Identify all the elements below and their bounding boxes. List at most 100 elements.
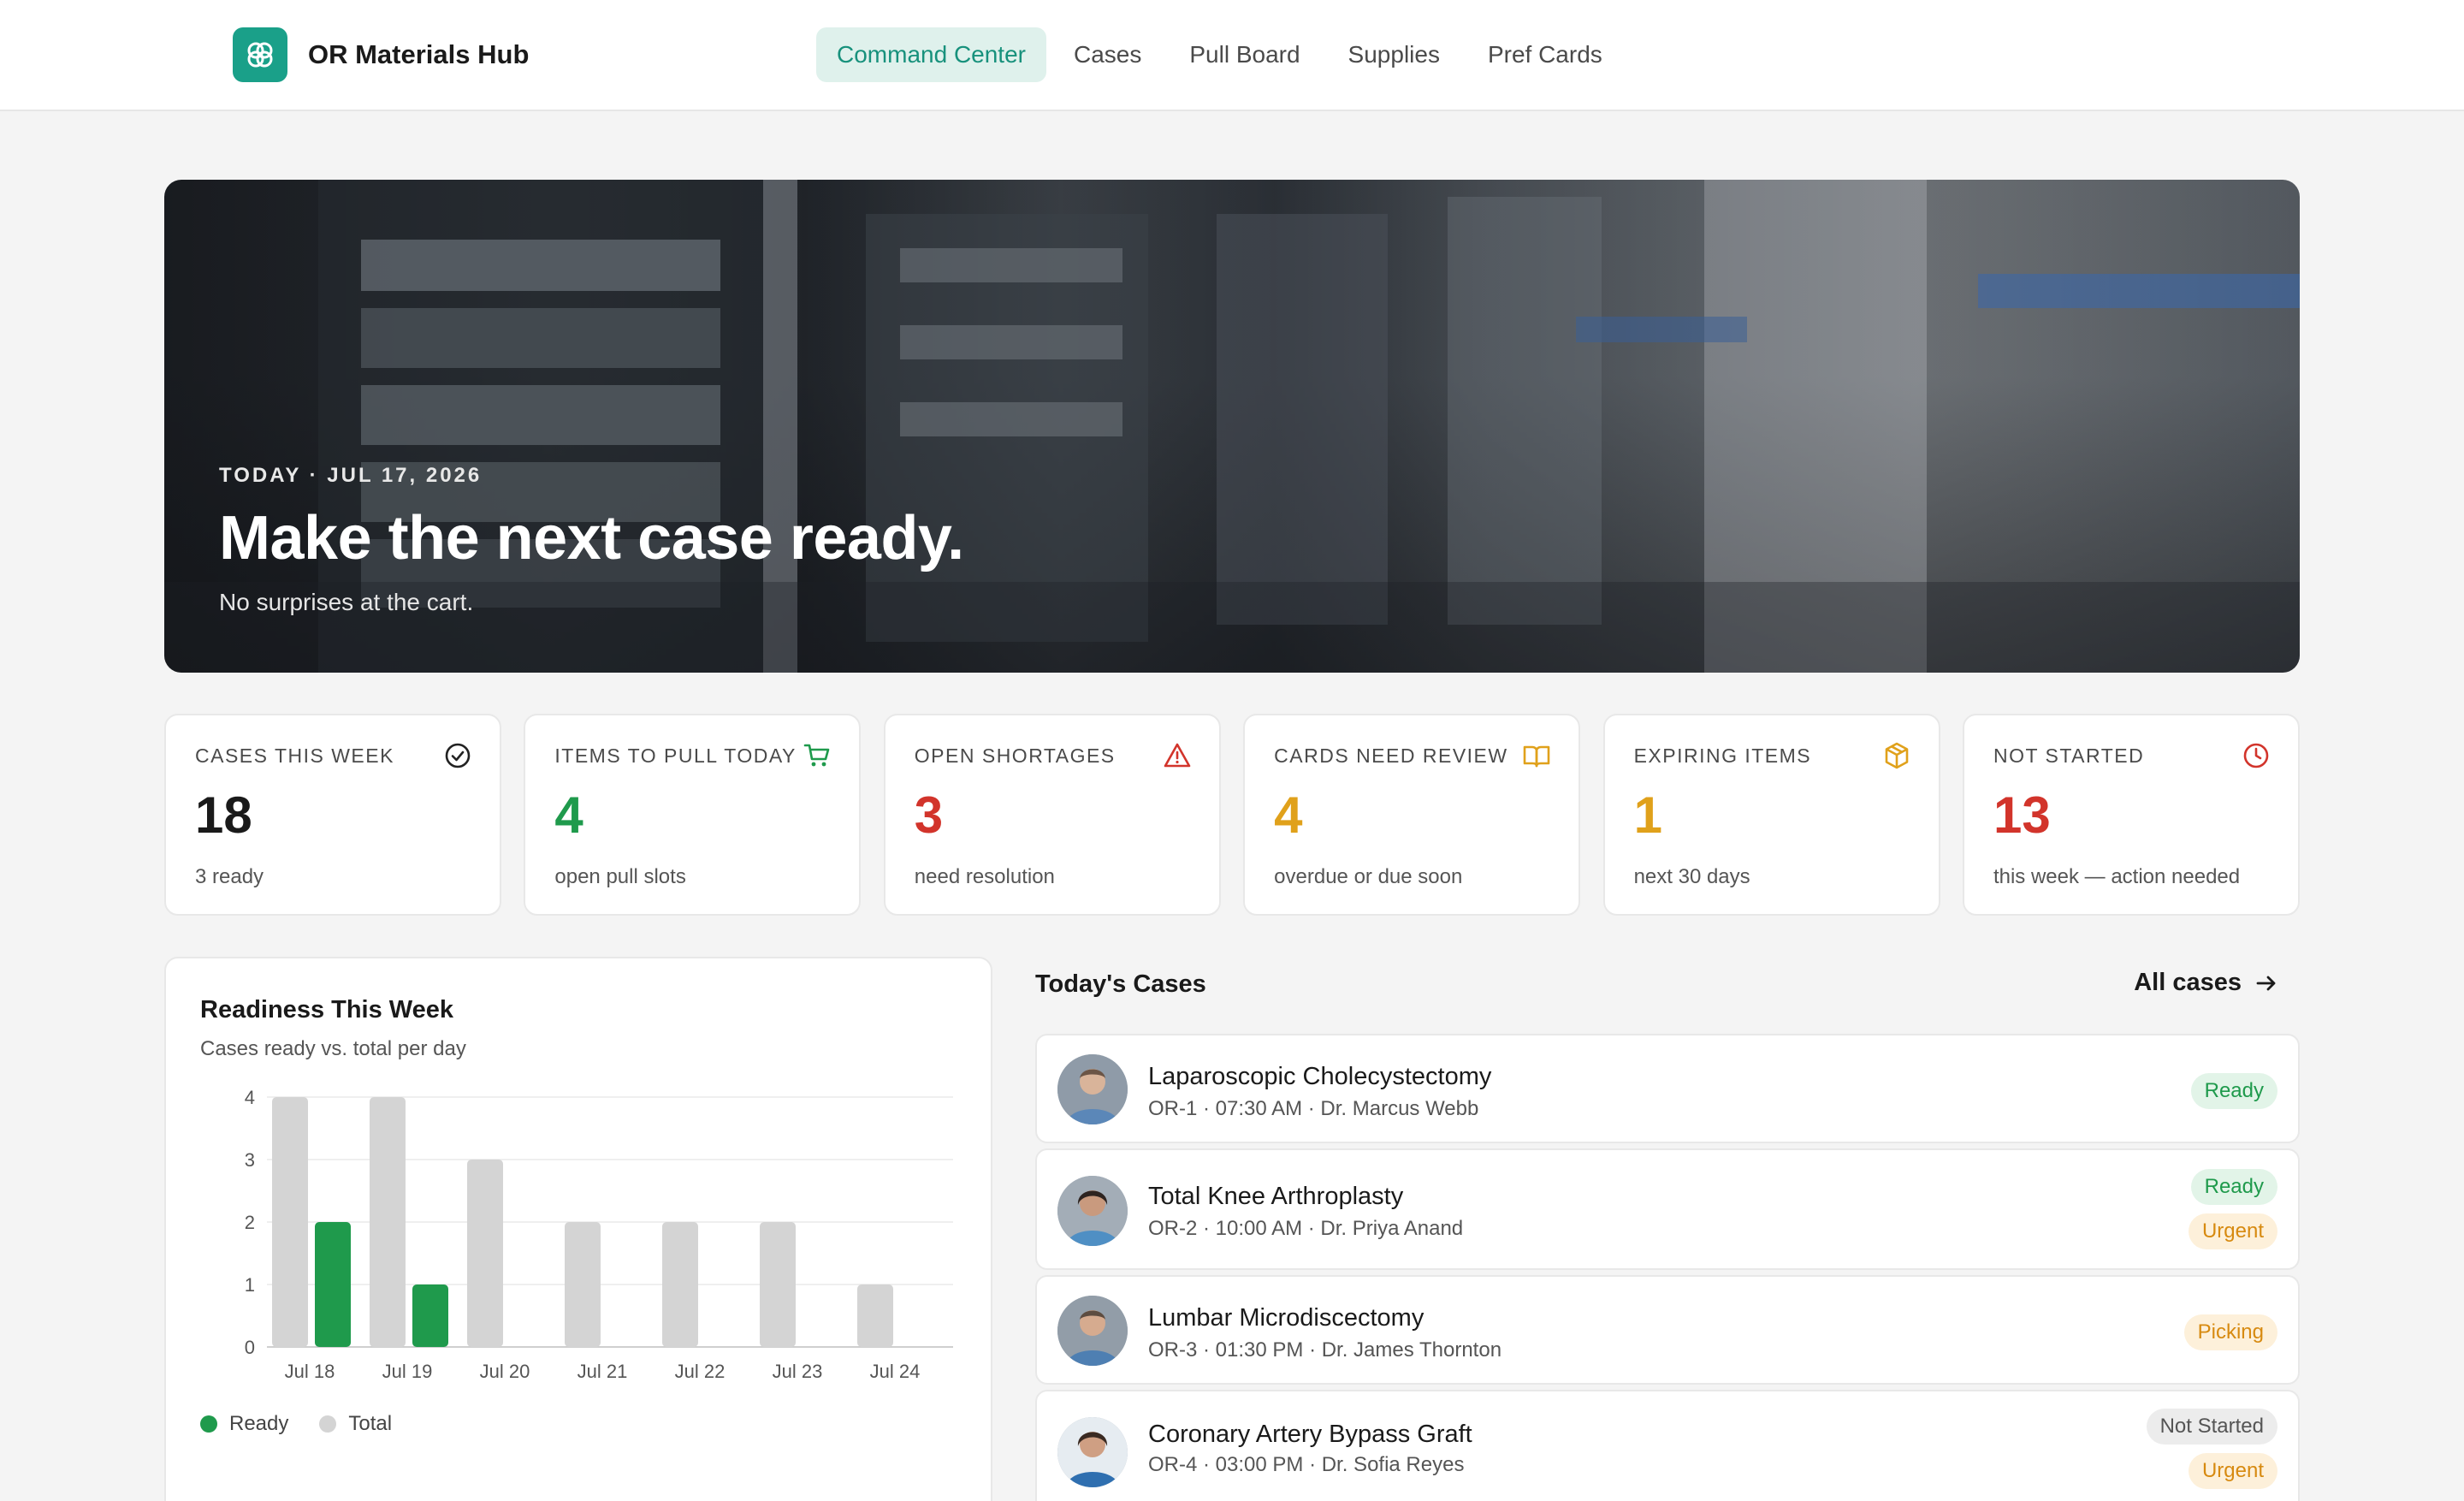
stat-value: 13: [1993, 786, 2051, 844]
all-cases-link[interactable]: All cases: [2134, 969, 2279, 997]
main-nav: Command Center Cases Pull Board Supplies…: [816, 27, 1630, 82]
stat-note: need resolution: [914, 865, 1055, 888]
bar-total: [370, 1097, 406, 1347]
stat-label: OPEN SHORTAGES: [914, 745, 1116, 767]
stat-note: next 30 days: [1633, 865, 1750, 888]
case-meta: OR-3 · 01:30 PM · Dr. James Thornton: [1148, 1338, 1502, 1362]
hero-date: TODAY · JUL 17, 2026: [219, 464, 483, 487]
legend-total-swatch: [319, 1415, 337, 1433]
case-name: Lumbar Microdiscectomy: [1148, 1304, 1424, 1332]
bar-ready: [412, 1284, 448, 1347]
brain-logo-icon: [233, 27, 287, 82]
all-cases-label: All cases: [2134, 969, 2242, 996]
arrow-right-icon: [2256, 976, 2276, 990]
stat-note: overdue or due soon: [1274, 865, 1463, 888]
stat-card-open-shortages[interactable]: OPEN SHORTAGES 3 need resolution: [883, 714, 1221, 916]
stat-value: 1: [1633, 786, 1662, 844]
x-tick-label: Jul 21: [578, 1361, 628, 1382]
legend-ready-label: Ready: [229, 1412, 289, 1435]
stat-label: NOT STARTED: [1993, 745, 2145, 767]
x-tick-label: Jul 24: [870, 1361, 921, 1382]
chart-legend: Ready Total: [200, 1412, 423, 1436]
y-tick-label: 2: [245, 1212, 255, 1233]
bar-ready: [315, 1222, 351, 1347]
y-tick-label: 0: [245, 1337, 255, 1358]
stat-value: 4: [1274, 786, 1303, 844]
case-name: Total Knee Arthroplasty: [1148, 1183, 1404, 1210]
cart-icon: [804, 744, 830, 767]
app-name: OR Materials Hub: [308, 39, 530, 69]
x-tick-label: Jul 18: [285, 1361, 335, 1382]
stat-label: CASES THIS WEEK: [195, 745, 394, 767]
readiness-chart-panel: Readiness This Week Cases ready vs. tota…: [164, 957, 992, 1501]
stat-value: 3: [914, 786, 944, 844]
stat-note: this week — action needed: [1993, 865, 2241, 888]
x-tick-label: Jul 23: [773, 1361, 823, 1382]
todays-cases-title: Today's Cases: [1035, 970, 1206, 998]
x-tick-label: Jul 22: [675, 1361, 726, 1382]
avatar: [1057, 1296, 1128, 1366]
warning-triangle-icon: [1164, 743, 1191, 768]
check-circle-icon: [445, 743, 471, 768]
x-tick-label: Jul 19: [382, 1361, 433, 1382]
y-tick-label: 4: [245, 1087, 255, 1108]
y-tick-label: 3: [245, 1149, 255, 1171]
nav-command-center[interactable]: Command Center: [816, 27, 1046, 82]
todays-cases-header: Today's Cases All cases: [1035, 965, 2300, 1003]
clock-icon: [2243, 743, 2269, 768]
hero-title: Make the next case ready.: [219, 504, 964, 573]
stat-label: CARDS NEED REVIEW: [1274, 745, 1508, 767]
case-card[interactable]: Total Knee Arthroplasty OR-2 · 10:00 AM …: [1035, 1148, 2300, 1270]
legend-total-label: Total: [348, 1412, 393, 1435]
legend-ready-swatch: [200, 1415, 217, 1433]
stat-card-items-to-pull[interactable]: ITEMS TO PULL TODAY 4 open pull slots: [524, 714, 862, 916]
case-name: Laparoscopic Cholecystectomy: [1148, 1063, 1492, 1090]
bar-total: [760, 1222, 796, 1347]
bar-total: [272, 1097, 308, 1347]
stat-cards: CASES THIS WEEK 18 3 ready ITEMS TO PULL…: [164, 714, 2300, 916]
stat-note: 3 ready: [195, 865, 264, 888]
stat-card-cards-need-review[interactable]: CARDS NEED REVIEW 4 overdue or due soon: [1243, 714, 1581, 916]
status-badge: Picking: [2183, 1314, 2277, 1350]
brand[interactable]: OR Materials Hub: [233, 27, 529, 82]
avatar: [1057, 1176, 1128, 1246]
case-meta: OR-1 · 07:30 AM · Dr. Marcus Webb: [1148, 1097, 1479, 1120]
status-badge: Not Started: [2146, 1409, 2277, 1445]
legend-total: Total: [319, 1412, 392, 1436]
x-tick-label: Jul 20: [480, 1361, 530, 1382]
bar-total: [662, 1222, 698, 1347]
stat-card-not-started[interactable]: NOT STARTED 13 this week — action needed: [1962, 714, 2300, 916]
case-meta: OR-4 · 03:00 PM · Dr. Sofia Reyes: [1148, 1453, 1465, 1476]
open-book-icon: [1523, 745, 1550, 768]
readiness-bar-chart: 0 1 2 3 4 Jul 18 Jul 19 Jul 20 Jul 21 Jul 22 Jul 2…: [245, 1087, 953, 1382]
stat-label: ITEMS TO PULL TODAY: [554, 745, 797, 767]
avatar: [1057, 1054, 1128, 1124]
nav-supplies[interactable]: Supplies: [1328, 27, 1460, 82]
package-icon: [1885, 742, 1908, 769]
bar-total: [857, 1284, 893, 1347]
bar-total: [467, 1160, 503, 1347]
stat-note: open pull slots: [554, 865, 686, 888]
priority-badge: Urgent: [2188, 1453, 2277, 1489]
stat-card-cases-this-week[interactable]: CASES THIS WEEK 18 3 ready: [164, 714, 501, 916]
legend-ready: Ready: [200, 1412, 288, 1436]
case-card[interactable]: Lumbar Microdiscectomy OR-3 · 01:30 PM ·…: [1035, 1275, 2300, 1385]
priority-badge: Urgent: [2188, 1213, 2277, 1249]
avatar: [1057, 1417, 1128, 1487]
case-card[interactable]: Laparoscopic Cholecystectomy OR-1 · 07:3…: [1035, 1034, 2300, 1143]
nav-pref-cards[interactable]: Pref Cards: [1467, 27, 1623, 82]
case-name: Coronary Artery Bypass Graft: [1148, 1421, 1472, 1448]
case-meta: OR-2 · 10:00 AM · Dr. Priya Anand: [1148, 1217, 1464, 1240]
bar-total: [565, 1222, 601, 1347]
status-badge: Ready: [2190, 1073, 2277, 1109]
stat-label: EXPIRING ITEMS: [1633, 745, 1812, 767]
y-tick-label: 1: [245, 1274, 255, 1296]
stat-card-expiring-items[interactable]: EXPIRING ITEMS 1 next 30 days: [1602, 714, 1940, 916]
nav-cases[interactable]: Cases: [1053, 27, 1162, 82]
stat-value: 18: [195, 786, 252, 844]
stat-value: 4: [554, 786, 583, 844]
hero-banner: TODAY · JUL 17, 2026 Make the next case …: [164, 180, 2300, 673]
case-card[interactable]: Coronary Artery Bypass Graft OR-4 · 03:0…: [1035, 1390, 2300, 1501]
top-navbar: OR Materials Hub Command Center Cases Pu…: [0, 0, 2464, 111]
nav-pull-board[interactable]: Pull Board: [1169, 27, 1320, 82]
